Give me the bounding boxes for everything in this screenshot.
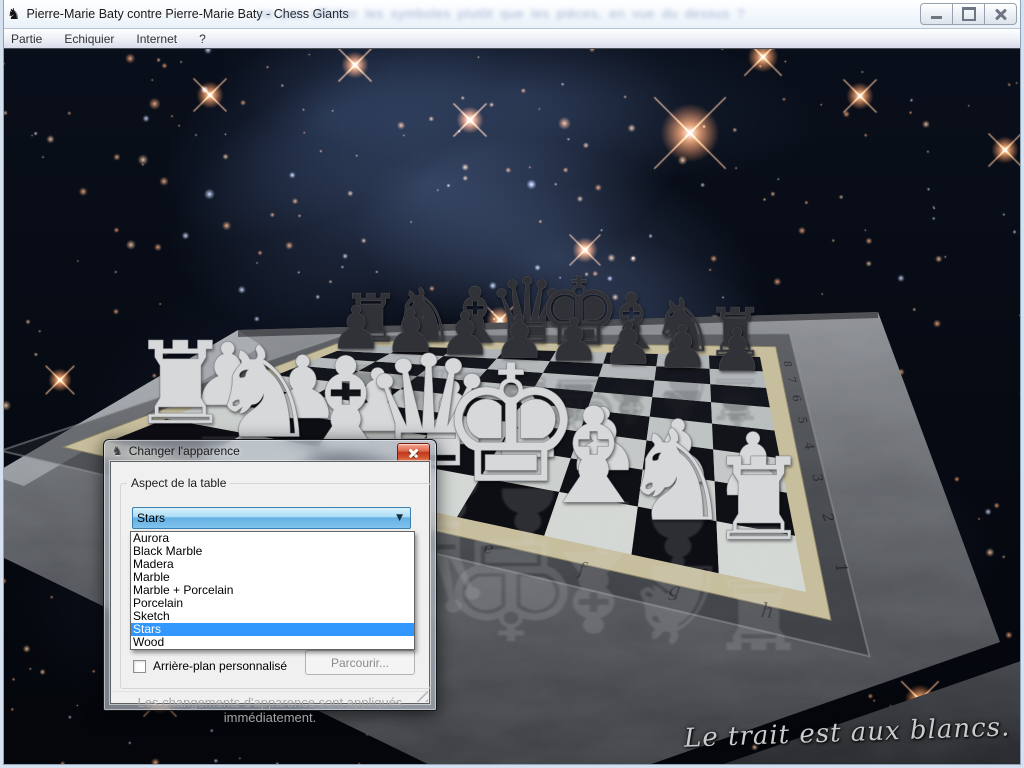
title-bar: ♞ Pierre-Marie Baty contre Pierre-Marie … — [0, 0, 1024, 29]
menu-internet[interactable]: Internet — [125, 30, 188, 48]
appearance-option[interactable]: Wood — [131, 636, 414, 649]
maximize-button[interactable] — [953, 3, 985, 25]
piece-white-rook-h1[interactable]: ♜ — [708, 443, 810, 557]
custom-background-checkbox[interactable] — [133, 660, 146, 673]
appearance-option[interactable]: Madera — [131, 558, 414, 571]
table-aspect-combobox[interactable]: Stars ▼ — [132, 507, 411, 529]
menu-partie[interactable]: Partie — [0, 30, 53, 48]
browse-button[interactable]: Parcourir... — [305, 650, 415, 675]
dialog-status-text: Les changements d'apparence sont appliqu… — [111, 691, 429, 725]
dialog-close-button[interactable] — [397, 443, 430, 462]
piece-black-pawn-h7[interactable]: ♟ — [710, 321, 764, 381]
menu-help[interactable]: ? — [188, 30, 217, 48]
close-icon — [995, 8, 1007, 20]
dialog-title-bar[interactable]: ♞ Changer l'apparence — [104, 440, 436, 461]
piece-black-pawn-g7[interactable]: ♟ — [656, 318, 710, 378]
combobox-value: Stars — [137, 511, 396, 525]
knight-icon: ♞ — [112, 444, 123, 458]
piece-reflection: ♜ — [708, 564, 810, 661]
dialog-body: Aspect de la table Stars ▼ AuroraBlack M… — [110, 461, 430, 704]
close-icon — [409, 448, 418, 457]
appearance-option[interactable]: Porcelain — [131, 597, 414, 610]
menu-bar: Partie Echiquier Internet ? — [0, 29, 1024, 49]
minimize-icon — [931, 16, 942, 19]
group-label: Aspect de la table — [127, 476, 230, 490]
window-controls — [920, 3, 1017, 25]
menu-echiquier[interactable]: Echiquier — [53, 30, 125, 48]
dialog-title: Changer l'apparence — [129, 444, 240, 458]
appearance-dropdown-list: AuroraBlack MarbleMaderaMarbleMarble + P… — [130, 531, 415, 650]
appearance-option[interactable]: Sketch — [131, 610, 414, 623]
change-appearance-dialog: ♞ Changer l'apparence Aspect de la table… — [103, 439, 437, 711]
custom-background-label: Arrière-plan personnalisé — [153, 659, 287, 673]
minimize-button[interactable] — [920, 3, 953, 25]
appearance-option[interactable]: Stars — [131, 623, 414, 636]
piece-black-pawn-f7[interactable]: ♟ — [601, 315, 655, 375]
close-button[interactable] — [985, 3, 1017, 25]
knight-icon: ♞ — [7, 7, 20, 22]
ghost-tooltip-text: ne pas afficher les symboles plutôt que … — [258, 6, 918, 21]
chevron-down-icon: ▼ — [396, 513, 403, 523]
piece-reflection: ♚ — [438, 518, 583, 656]
maximize-icon — [962, 7, 976, 21]
